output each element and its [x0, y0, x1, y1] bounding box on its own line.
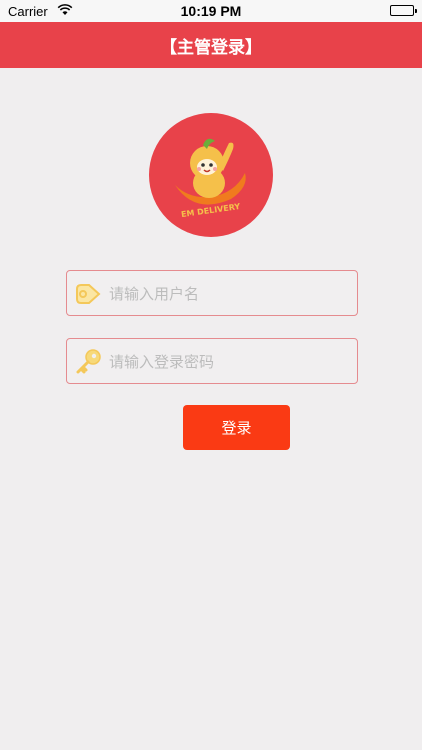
status-bar: Carrier 10:19 PM	[0, 0, 422, 22]
page-title: 【主管登录】	[160, 37, 262, 58]
login-button[interactable]: 登录	[183, 405, 290, 450]
battery-icon	[390, 5, 417, 16]
password-input[interactable]	[107, 339, 351, 385]
key-icon	[73, 347, 103, 377]
nav-bar: 【主管登录】	[0, 22, 422, 68]
password-field[interactable]	[66, 338, 358, 385]
logo-text: EM DELIVERY	[181, 202, 241, 219]
username-input[interactable]	[107, 271, 351, 317]
app-logo: EM DELIVERY	[149, 113, 273, 237]
status-time: 10:19 PM	[180, 3, 242, 19]
mascot-logo-icon: EM DELIVERY	[175, 138, 246, 219]
username-field[interactable]	[66, 270, 358, 317]
tag-icon	[73, 279, 103, 309]
